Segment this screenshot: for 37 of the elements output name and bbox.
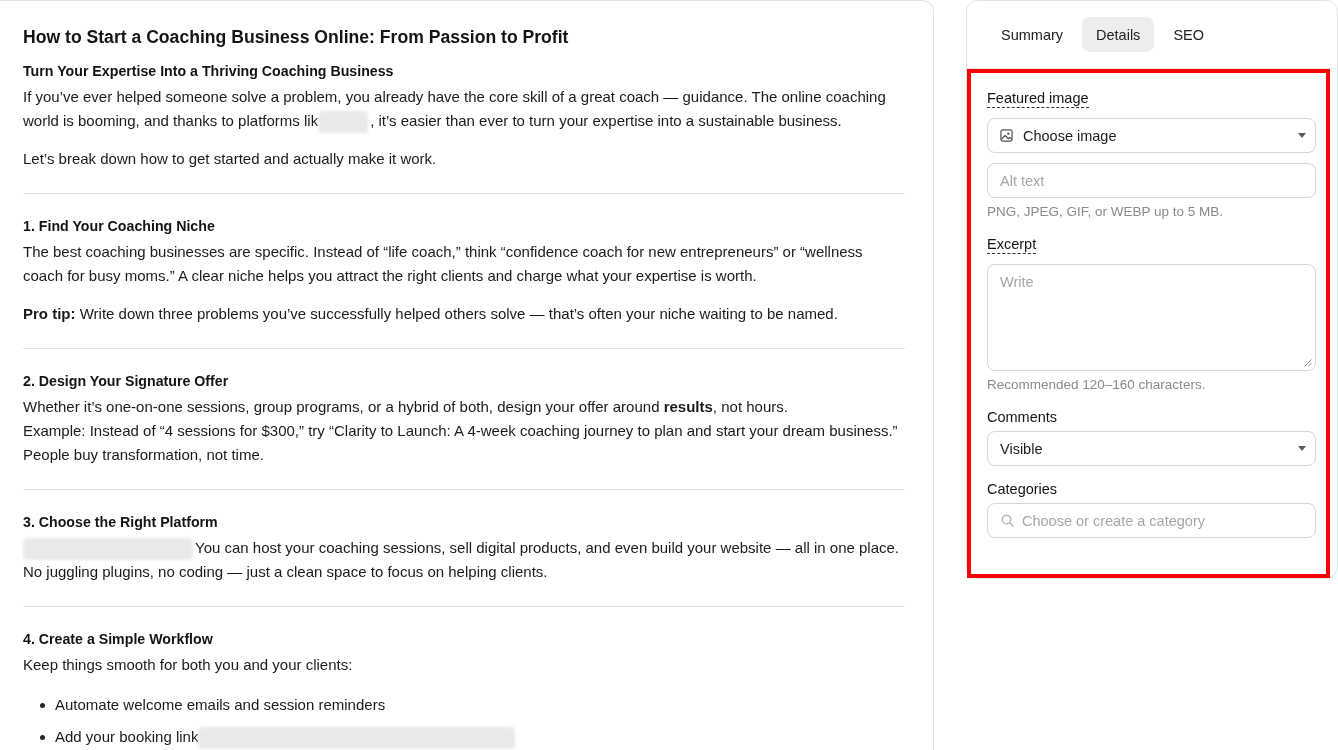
paragraph-text: You can host your coaching sessions, sell digital products, and even build your website — all in one place. No juggling plugins, no coding — just a clean space to focus on helping clients. xyxy=(23,537,901,583)
textarea-field[interactable]: Write xyxy=(987,264,1316,371)
article-subtitle: Turn Your Expertise Into a Thriving Coaching Business xyxy=(23,62,395,81)
article-title: How to Start a Coaching Business Online: From Passion to Profit xyxy=(23,26,570,49)
section-heading: 3. Choose the Right Platform xyxy=(23,513,219,533)
field-label: Categories xyxy=(987,480,1058,498)
caret-icon xyxy=(1298,133,1306,138)
tab[interactable]: Summary xyxy=(987,17,1078,52)
help-text: PNG, JPEG, GIF, or WEBP up to 5 MB. xyxy=(987,203,1225,221)
list-item-text: Automate welcome emails and session reminders xyxy=(55,696,386,714)
section-heading: 1. Find Your Coaching Niche xyxy=(23,217,216,237)
field-label: Comments xyxy=(987,408,1058,426)
resize-handle-icon xyxy=(1304,359,1312,367)
field-label: Featured image xyxy=(987,89,1089,108)
caret-icon xyxy=(1298,446,1306,451)
tab[interactable]: Details xyxy=(1082,17,1155,52)
field-label: Excerpt xyxy=(987,235,1037,254)
paragraph-text: Example: Instead of “4 sessions for $300,” try “Clarity to Launch: A 4-week coaching journey to plan and start your dream business.” People buy transformation, not time. xyxy=(23,421,899,466)
paragraph-text: If you’ve ever helped someone solve a problem, you already have the core skill of a great coach — guidance. The online coaching world is booming, and thanks to platforms lik , it’s easier than ever to turn your expertise into a sustainable business. xyxy=(23,85,905,134)
search-icon xyxy=(1001,514,1014,527)
image-select[interactable]: Choose image xyxy=(987,118,1316,153)
help-text: Recommended 120–160 characters. xyxy=(987,376,1207,394)
paragraph-text: Let’s break down how to get started and actually make it work. xyxy=(23,149,438,170)
section-heading: 2. Design Your Signature Offer xyxy=(23,372,230,392)
bullet-icon xyxy=(40,735,45,741)
paragraph-text: Pro tip: Write down three problems you’ve successfully helped others solve — that’s often your niche waiting to be named. xyxy=(23,304,839,325)
image-icon xyxy=(1000,129,1013,142)
paragraph-text: Keep things smooth for both you and your clients: xyxy=(23,655,354,676)
list-item-text: Add your booking link xyxy=(55,728,199,746)
text-field[interactable]: Alt text xyxy=(987,163,1316,198)
search-field[interactable]: Choose or create a category xyxy=(987,503,1316,538)
bullet-icon xyxy=(40,703,45,709)
dropdown-select[interactable]: Visible xyxy=(987,431,1316,466)
paragraph-text: Whether it’s one-on-one sessions, group programs, or a hybrid of both, design your offer around results, not hours. xyxy=(23,397,789,418)
section-heading: 4. Create a Simple Workflow xyxy=(23,630,214,650)
tab[interactable]: SEO xyxy=(1159,17,1218,52)
paragraph-text: The best coaching businesses are specific. Instead of “life coach,” think “confidence coach for new entrepreneurs” or “wellness coach for busy moms.” A clear niche helps you attract the right clients and charge what your expertise is worth. xyxy=(23,242,864,287)
